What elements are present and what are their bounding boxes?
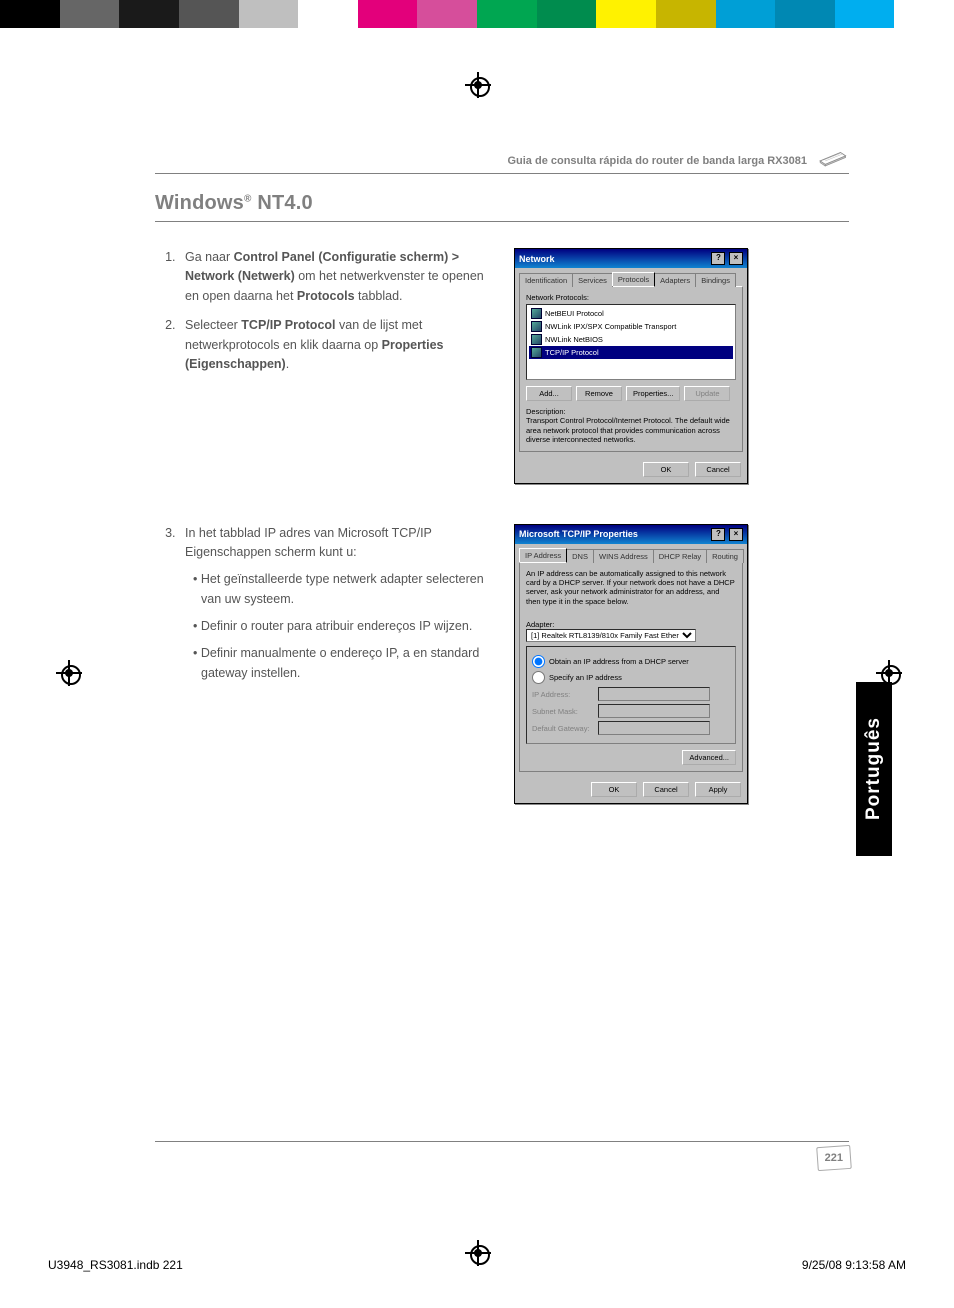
- tcpip-dialog-title: Microsoft TCP/IP Properties: [519, 529, 638, 539]
- slug-filename: U3948_RS3081.indb 221: [48, 1258, 183, 1272]
- protocols-listbox[interactable]: NetBEUI Protocol NWLink IPX/SPX Compatib…: [526, 304, 736, 380]
- section-title: Windows® NT4.0: [155, 192, 849, 222]
- cancel-button[interactable]: Cancel: [695, 462, 741, 477]
- apply-button[interactable]: Apply: [695, 782, 741, 797]
- default-gateway-field: [598, 721, 710, 735]
- slug-datetime: 9/25/08 9:13:58 AM: [802, 1258, 906, 1272]
- ok-button[interactable]: OK: [643, 462, 689, 477]
- tab-identification[interactable]: Identification: [519, 273, 573, 287]
- close-button[interactable]: ×: [729, 528, 743, 541]
- tab-services[interactable]: Services: [572, 273, 613, 287]
- properties-button[interactable]: Properties...: [626, 386, 680, 401]
- ip-address-label: IP Address:: [532, 690, 592, 699]
- help-button[interactable]: ?: [711, 528, 725, 541]
- radio-dhcp[interactable]: [532, 655, 545, 668]
- step-3: In het tabblad IP adres van Microsoft TC…: [179, 524, 500, 684]
- protocols-list-label: Network Protocols:: [526, 293, 736, 302]
- running-head-text: Guia de consulta rápida do router de ban…: [507, 155, 807, 167]
- protocol-icon: [531, 308, 542, 319]
- network-dialog-title: Network: [519, 254, 555, 264]
- list-item[interactable]: NWLink IPX/SPX Compatible Transport: [529, 320, 733, 333]
- radio-specify-label: Specify an IP address: [549, 673, 622, 682]
- update-button: Update: [684, 386, 730, 401]
- step-1: Ga naar Control Panel (Configuratie sche…: [179, 248, 500, 306]
- tab-dhcp-relay[interactable]: DHCP Relay: [653, 549, 707, 563]
- cancel-button[interactable]: Cancel: [643, 782, 689, 797]
- help-button[interactable]: ?: [711, 252, 725, 265]
- bullet-item: Definir o router para atribuir endereços…: [195, 617, 500, 636]
- registration-mark-top: [465, 72, 491, 98]
- default-gateway-label: Default Gateway:: [532, 724, 592, 733]
- protocol-icon: [531, 321, 542, 332]
- close-button[interactable]: ×: [729, 252, 743, 265]
- protocol-icon: [531, 347, 542, 358]
- add-button[interactable]: Add...: [526, 386, 572, 401]
- ip-address-field: [598, 687, 710, 701]
- description-text: Transport Control Protocol/Internet Prot…: [526, 416, 736, 444]
- print-slug-line: U3948_RS3081.indb 221 9/25/08 9:13:58 AM: [48, 1258, 906, 1272]
- adapter-select[interactable]: [1] Realtek RTL8139/810x Family Fast Eth…: [526, 629, 696, 642]
- step-2: Selecteer TCP/IP Protocol van de lijst m…: [179, 316, 500, 374]
- tcpip-intro-text: An IP address can be automatically assig…: [526, 569, 736, 607]
- tcpip-properties-dialog: Microsoft TCP/IP Properties ? × IP Addre…: [514, 524, 748, 805]
- description-label: Description:: [526, 407, 736, 416]
- instructions-col-1: Ga naar Control Panel (Configuratie sche…: [155, 248, 500, 384]
- list-item-selected[interactable]: TCP/IP Protocol: [529, 346, 733, 359]
- list-item[interactable]: NetBEUI Protocol: [529, 307, 733, 320]
- instructions-col-2: In het tabblad IP adres van Microsoft TC…: [155, 524, 500, 694]
- radio-specify[interactable]: [532, 671, 545, 684]
- radio-dhcp-label: Obtain an IP address from a DHCP server: [549, 657, 689, 666]
- tab-bindings[interactable]: Bindings: [695, 273, 736, 287]
- manual-icon: [815, 141, 849, 169]
- tab-wins-address[interactable]: WINS Address: [593, 549, 654, 563]
- bullet-item: Het geïnstalleerde type netwerk adapter …: [195, 570, 500, 609]
- remove-button[interactable]: Remove: [576, 386, 622, 401]
- tab-ip-address[interactable]: IP Address: [519, 548, 567, 562]
- page-number-container: 221: [155, 1141, 849, 1168]
- tab-protocols[interactable]: Protocols: [612, 272, 655, 286]
- protocol-icon: [531, 334, 542, 345]
- subnet-mask-field: [598, 704, 710, 718]
- page-number: 221: [819, 1148, 849, 1168]
- advanced-button[interactable]: Advanced...: [682, 750, 736, 765]
- tab-routing[interactable]: Routing: [706, 549, 744, 563]
- ok-button[interactable]: OK: [591, 782, 637, 797]
- adapter-label: Adapter:: [526, 620, 736, 629]
- language-side-tab: Português: [856, 682, 892, 856]
- bullet-item: Definir manualmente o endereço IP, a en …: [195, 644, 500, 683]
- running-head: Guia de consulta rápida do router de ban…: [155, 155, 849, 174]
- network-dialog: Network ? × Identification Services Prot…: [514, 248, 748, 484]
- print-color-bar: [0, 0, 954, 28]
- subnet-mask-label: Subnet Mask:: [532, 707, 592, 716]
- tab-adapters[interactable]: Adapters: [654, 273, 696, 287]
- tab-dns[interactable]: DNS: [566, 549, 594, 563]
- list-item[interactable]: NWLink NetBIOS: [529, 333, 733, 346]
